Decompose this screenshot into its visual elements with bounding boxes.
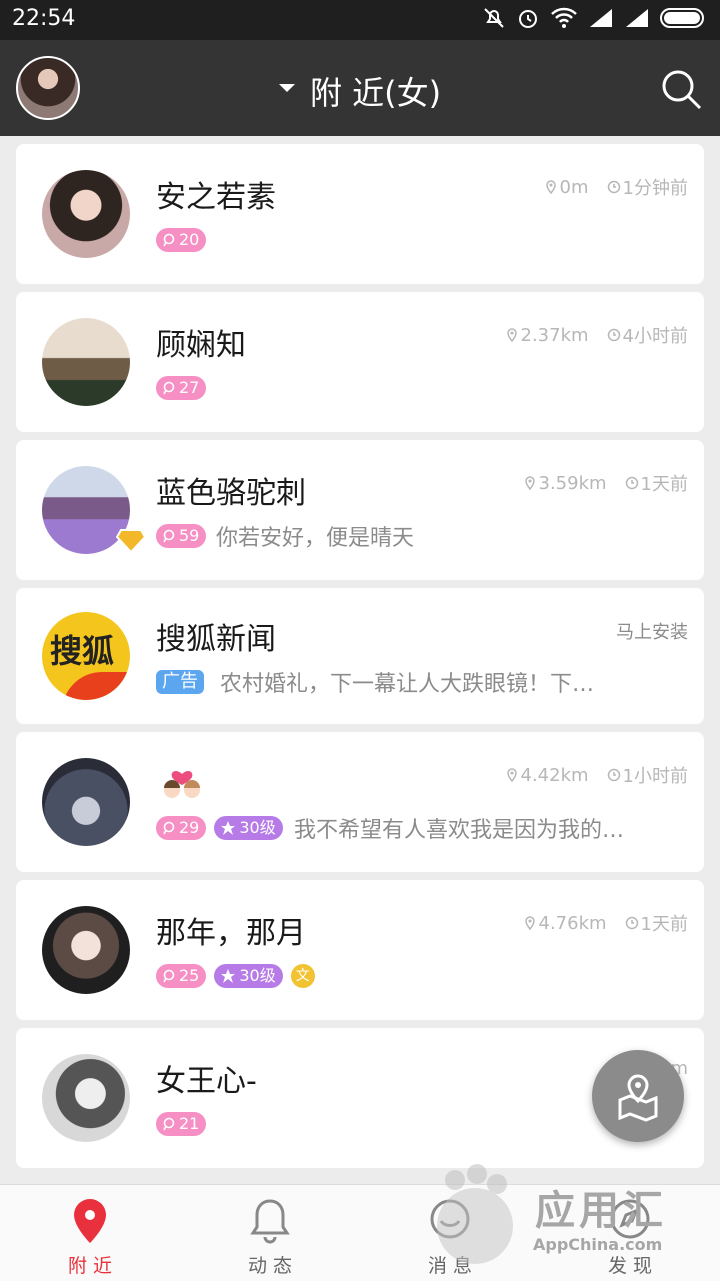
appchina-watermark: 应用汇 AppChina.com: [425, 1160, 715, 1270]
meta-info: 3.59km 1天前: [523, 470, 688, 496]
battery-icon: [660, 8, 704, 28]
signal-icon: [590, 9, 612, 27]
last-active: 1小时前: [622, 766, 688, 787]
page-title: 附 近(女): [309, 74, 442, 112]
pin-icon: [524, 476, 535, 490]
distance: 0m: [559, 176, 589, 198]
chat-icon: [163, 381, 175, 395]
meta-info: 4.42km 1小时前: [505, 762, 688, 788]
pin-icon: [506, 768, 517, 782]
status-icons: [482, 6, 708, 30]
meta-info: 4.76km 1天前: [523, 910, 688, 936]
install-link[interactable]: 马上安装: [616, 618, 688, 644]
avatar[interactable]: [42, 1054, 130, 1142]
chat-count-badge: 20: [156, 228, 207, 252]
clock-icon: [625, 476, 638, 490]
chat-icon: [163, 1117, 175, 1131]
status-bar: 22:54: [0, 0, 720, 40]
app-header: 附 近(女): [0, 40, 720, 136]
user-name: 那年，那月: [156, 916, 306, 951]
user-name: 安之若素: [156, 180, 276, 215]
clock-icon: [607, 328, 620, 342]
distance: 4.42km: [520, 764, 589, 786]
ad-name: 搜狐新闻: [156, 622, 276, 657]
list-item[interactable]: 蓝色骆驼刺 3.59km 1天前 59 你若安好，便是晴天: [16, 440, 704, 580]
ad-text: 农村婚礼，下一幕让人大跌眼镜！下…: [220, 672, 595, 697]
watermark-logo-icon: [437, 1164, 513, 1264]
tab-nearby[interactable]: 附 近: [0, 1185, 180, 1281]
chat-count-badge: 29: [156, 816, 207, 840]
pin-icon: [524, 916, 535, 930]
clock-icon: [625, 916, 638, 930]
clock-icon: [607, 180, 620, 194]
nearby-list: 安之若素 0m 1分钟前 20 顾娴知 2.37km 4小时前 27 蓝色骆驼刺…: [16, 144, 704, 1176]
last-active: 1天前: [640, 914, 688, 935]
user-name: 女王心-: [156, 1064, 257, 1099]
list-item[interactable]: 4.42km 1小时前 29 30级 我不希望有人喜欢我是因为我的…: [16, 732, 704, 872]
map-location-icon: [618, 1074, 658, 1122]
list-item[interactable]: 那年，那月 4.76km 1天前 25 30级 文: [16, 880, 704, 1020]
user-name: 顾娴知: [156, 328, 246, 363]
distance: 2.37km: [520, 324, 589, 346]
sohu-logo[interactable]: 搜狐: [42, 612, 130, 700]
chat-count-badge: 21: [156, 1112, 207, 1136]
caret-down-icon: [278, 84, 295, 92]
chat-icon: [163, 821, 175, 835]
wifi-icon: [551, 7, 577, 28]
star-icon: [221, 821, 236, 835]
signal-icon: [626, 9, 648, 27]
vip-diamond-icon: [116, 529, 146, 554]
last-active: 4小时前: [622, 326, 688, 347]
star-icon: [221, 969, 236, 983]
ad-badge: 广告: [156, 670, 204, 694]
level-badge: 30级: [214, 964, 283, 988]
mute-icon: [484, 8, 504, 28]
chat-icon: [163, 233, 175, 247]
chat-icon: [163, 969, 175, 983]
pin-icon: [545, 180, 556, 194]
status-time: 22:54: [12, 6, 76, 31]
ad-list-item[interactable]: 搜狐 搜狐新闻 马上安装 广告 农村婚礼，下一幕让人大跌眼镜！下…: [16, 588, 704, 724]
chat-count-badge: 25: [156, 964, 207, 988]
location-filter[interactable]: 附 近(女): [0, 68, 720, 114]
meta-info: 0m 1分钟前: [544, 174, 688, 200]
user-name: 蓝色骆驼刺: [156, 476, 306, 511]
map-view-button[interactable]: [592, 1050, 684, 1142]
pin-icon: [506, 328, 517, 342]
tab-moments[interactable]: 动 态: [180, 1185, 360, 1281]
chat-icon: [163, 529, 175, 543]
chat-count-badge: 59: [156, 524, 207, 548]
alarm-icon: [519, 10, 537, 28]
last-active: 1分钟前: [622, 178, 688, 199]
level-badge: 30级: [214, 816, 283, 840]
distance: 4.76km: [538, 912, 607, 934]
clock-icon: [607, 768, 620, 782]
meta-info: 2.37km 4小时前: [505, 322, 688, 348]
couple-emoji-icon: [164, 770, 200, 798]
bell-icon: [250, 1199, 290, 1244]
avatar[interactable]: [42, 318, 130, 406]
literature-badge: 文: [290, 964, 315, 988]
last-active: 1天前: [640, 474, 688, 495]
search-icon[interactable]: [660, 68, 702, 110]
location-pin-icon: [74, 1199, 106, 1243]
signature: 你若安好，便是晴天: [216, 526, 415, 551]
avatar[interactable]: [42, 758, 130, 846]
list-item[interactable]: 顾娴知 2.37km 4小时前 27: [16, 292, 704, 432]
chat-count-badge: 27: [156, 376, 207, 400]
avatar[interactable]: [42, 170, 130, 258]
distance: 3.59km: [538, 472, 607, 494]
avatar[interactable]: [42, 906, 130, 994]
list-item[interactable]: 安之若素 0m 1分钟前 20: [16, 144, 704, 284]
signature: 我不希望有人喜欢我是因为我的…: [294, 818, 625, 843]
